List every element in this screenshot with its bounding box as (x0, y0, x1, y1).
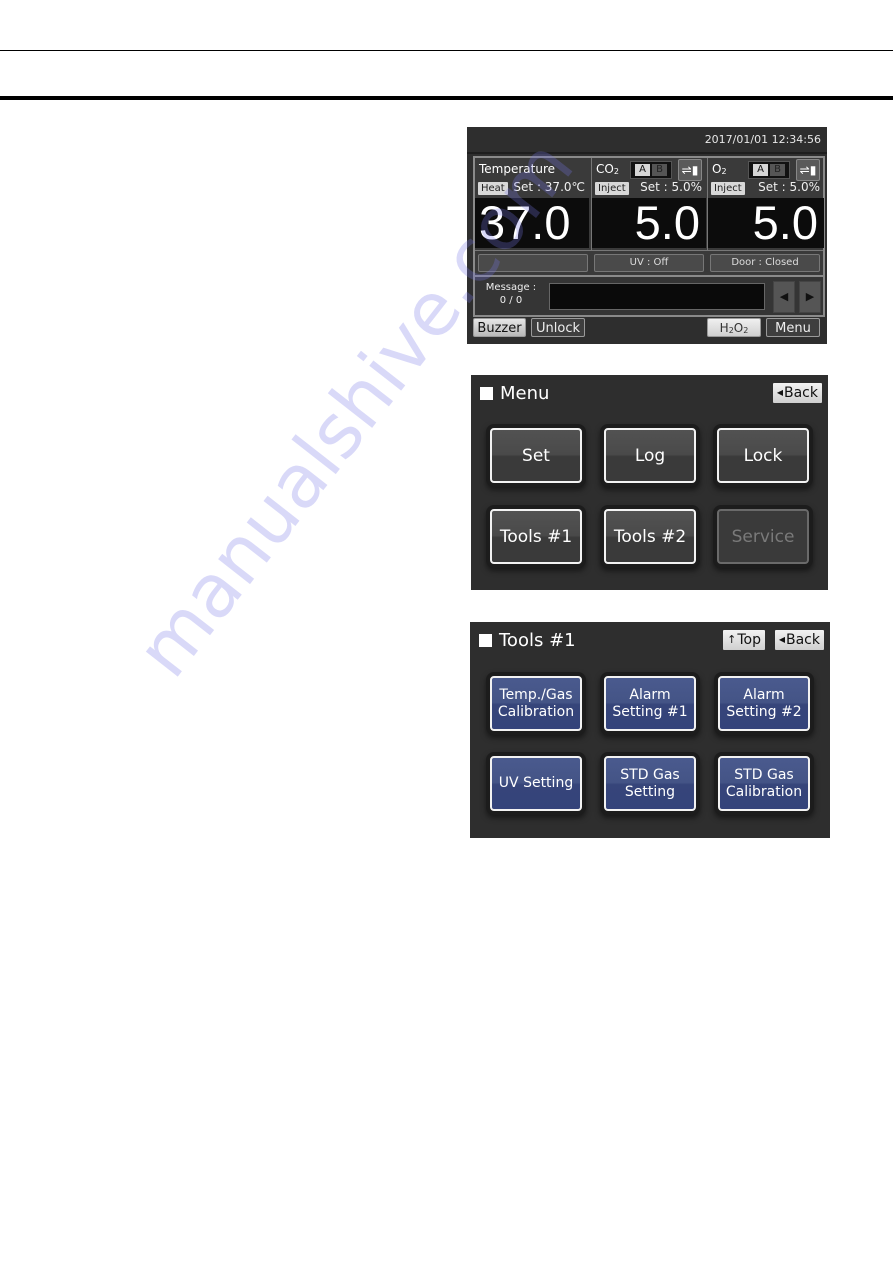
temperature-value: 37.0 (475, 198, 589, 248)
o2-cylinder-b[interactable]: B (770, 164, 785, 176)
top-button[interactable]: ↑Top (723, 630, 765, 650)
tile-line1: Alarm (743, 686, 785, 703)
topbar-divider (467, 152, 827, 154)
tile-line2: Setting (624, 783, 676, 800)
message-row: Message : 0 / 0 ◀ ▶ (473, 275, 825, 317)
chevron-right-icon: ▶ (805, 290, 815, 303)
header-rule-thick (0, 96, 893, 100)
back-label: Back (784, 385, 818, 401)
tools-tile-std-gas-setting[interactable]: STD Gas Setting (604, 756, 696, 811)
temperature-setpoint: Set : 37.0℃ (513, 180, 585, 194)
message-next-button[interactable]: ▶ (799, 281, 821, 313)
o2-value: 5.0 (708, 198, 824, 248)
status-box-blank (478, 254, 588, 272)
tile-line1: STD Gas (734, 766, 794, 783)
h2o2-button[interactable]: H2O2 (707, 318, 761, 337)
message-prev-button[interactable]: ◀ (773, 281, 795, 313)
status-screen: 2017/01/01 12:34:56 Temperature Heat Set… (467, 127, 827, 344)
tile-line2: Calibration (725, 783, 803, 800)
o2-label-sub: 2 (721, 167, 727, 176)
status-row: UV : Off Door : Closed (475, 250, 823, 278)
co2-label-main: CO (596, 162, 614, 176)
message-label-text: Message : (485, 282, 537, 293)
gas-cylinder-switch-icon[interactable]: ⇌▮ (796, 159, 820, 181)
tile-line1: UV Setting (498, 775, 574, 791)
menu-tile-service: Service (717, 509, 809, 564)
tile-line2: Setting #1 (612, 703, 688, 720)
back-button[interactable]: ◀Back (772, 383, 822, 403)
co2-value: 5.0 (592, 198, 706, 248)
o2-cylinder-a[interactable]: A (753, 164, 768, 176)
up-arrow-icon: ↑ (727, 633, 737, 646)
top-label: Top (737, 632, 761, 648)
tools-title: Tools #1 (479, 630, 576, 651)
title-square-icon (479, 634, 492, 647)
o2-cylinder-selector[interactable]: A B (748, 161, 790, 179)
tools-screen: Tools #1 ↑Top ◀Back Temp./Gas Calibration… (470, 622, 830, 838)
gas-cylinder-switch-icon[interactable]: ⇌▮ (678, 159, 702, 181)
buzzer-button[interactable]: Buzzer (473, 318, 526, 337)
menu-title: Menu (480, 383, 549, 404)
h2o2-o: O (733, 321, 744, 335)
tile-line2: Calibration (497, 703, 575, 720)
tools-tile-alarm-setting-1[interactable]: Alarm Setting #1 (604, 676, 696, 731)
readings-panel: Temperature Heat Set : 37.0℃ 37.0 CO2 A … (473, 156, 825, 281)
tools-title-text: Tools #1 (499, 630, 576, 651)
tile-line1: STD Gas (620, 766, 680, 783)
door-status: Door : Closed (710, 254, 820, 272)
message-count: 0 / 0 (499, 295, 523, 306)
o2-setpoint: Set : 5.0% (758, 180, 820, 194)
co2-cylinder-b[interactable]: B (652, 164, 667, 176)
tile-line1: Temp./Gas (499, 686, 573, 703)
back-label: Back (786, 632, 820, 648)
tools-tile-uv-setting[interactable]: UV Setting (490, 756, 582, 811)
message-display (549, 283, 765, 310)
menu-tile-log[interactable]: Log (604, 428, 696, 483)
o2-label: O2 (712, 162, 727, 176)
heat-tag: Heat (478, 182, 508, 195)
menu-tile-set[interactable]: Set (490, 428, 582, 483)
h2o2-sub2: 2 (743, 326, 749, 335)
menu-screen: Menu ◀Back Set Log Lock Tools #1 Tools #… (471, 375, 828, 590)
tools-tile-temp-gas-calibration[interactable]: Temp./Gas Calibration (490, 676, 582, 731)
menu-button[interactable]: Menu (766, 318, 820, 337)
title-square-icon (480, 387, 493, 400)
chevron-left-icon: ◀ (779, 290, 789, 303)
uv-status: UV : Off (594, 254, 704, 272)
back-button[interactable]: ◀Back (774, 630, 824, 650)
message-label: Message : 0 / 0 (481, 281, 541, 307)
co2-label: CO2 (596, 162, 619, 176)
o2-inject-tag: Inject (711, 182, 745, 195)
menu-title-text: Menu (500, 383, 550, 404)
co2-cylinder-a[interactable]: A (635, 164, 650, 176)
unlock-button[interactable]: Unlock (531, 318, 585, 337)
tile-line2: Setting #2 (726, 703, 802, 720)
menu-tile-tools-1[interactable]: Tools #1 (490, 509, 582, 564)
back-arrow-icon: ◀ (778, 635, 785, 644)
co2-label-sub: 2 (613, 167, 619, 176)
tools-tile-std-gas-calibration[interactable]: STD Gas Calibration (718, 756, 810, 811)
co2-setpoint: Set : 5.0% (640, 180, 702, 194)
h2o2-h: H (719, 321, 729, 335)
tile-line1: Alarm (629, 686, 671, 703)
menu-tile-lock[interactable]: Lock (717, 428, 809, 483)
header-rule-thin (0, 50, 893, 51)
back-arrow-icon: ◀ (776, 388, 783, 397)
co2-cylinder-selector[interactable]: A B (630, 161, 672, 179)
co2-inject-tag: Inject (595, 182, 629, 195)
tools-tile-alarm-setting-2[interactable]: Alarm Setting #2 (718, 676, 810, 731)
temperature-label: Temperature (479, 162, 556, 176)
datetime: 2017/01/01 12:34:56 (704, 133, 821, 146)
menu-tile-tools-2[interactable]: Tools #2 (604, 509, 696, 564)
